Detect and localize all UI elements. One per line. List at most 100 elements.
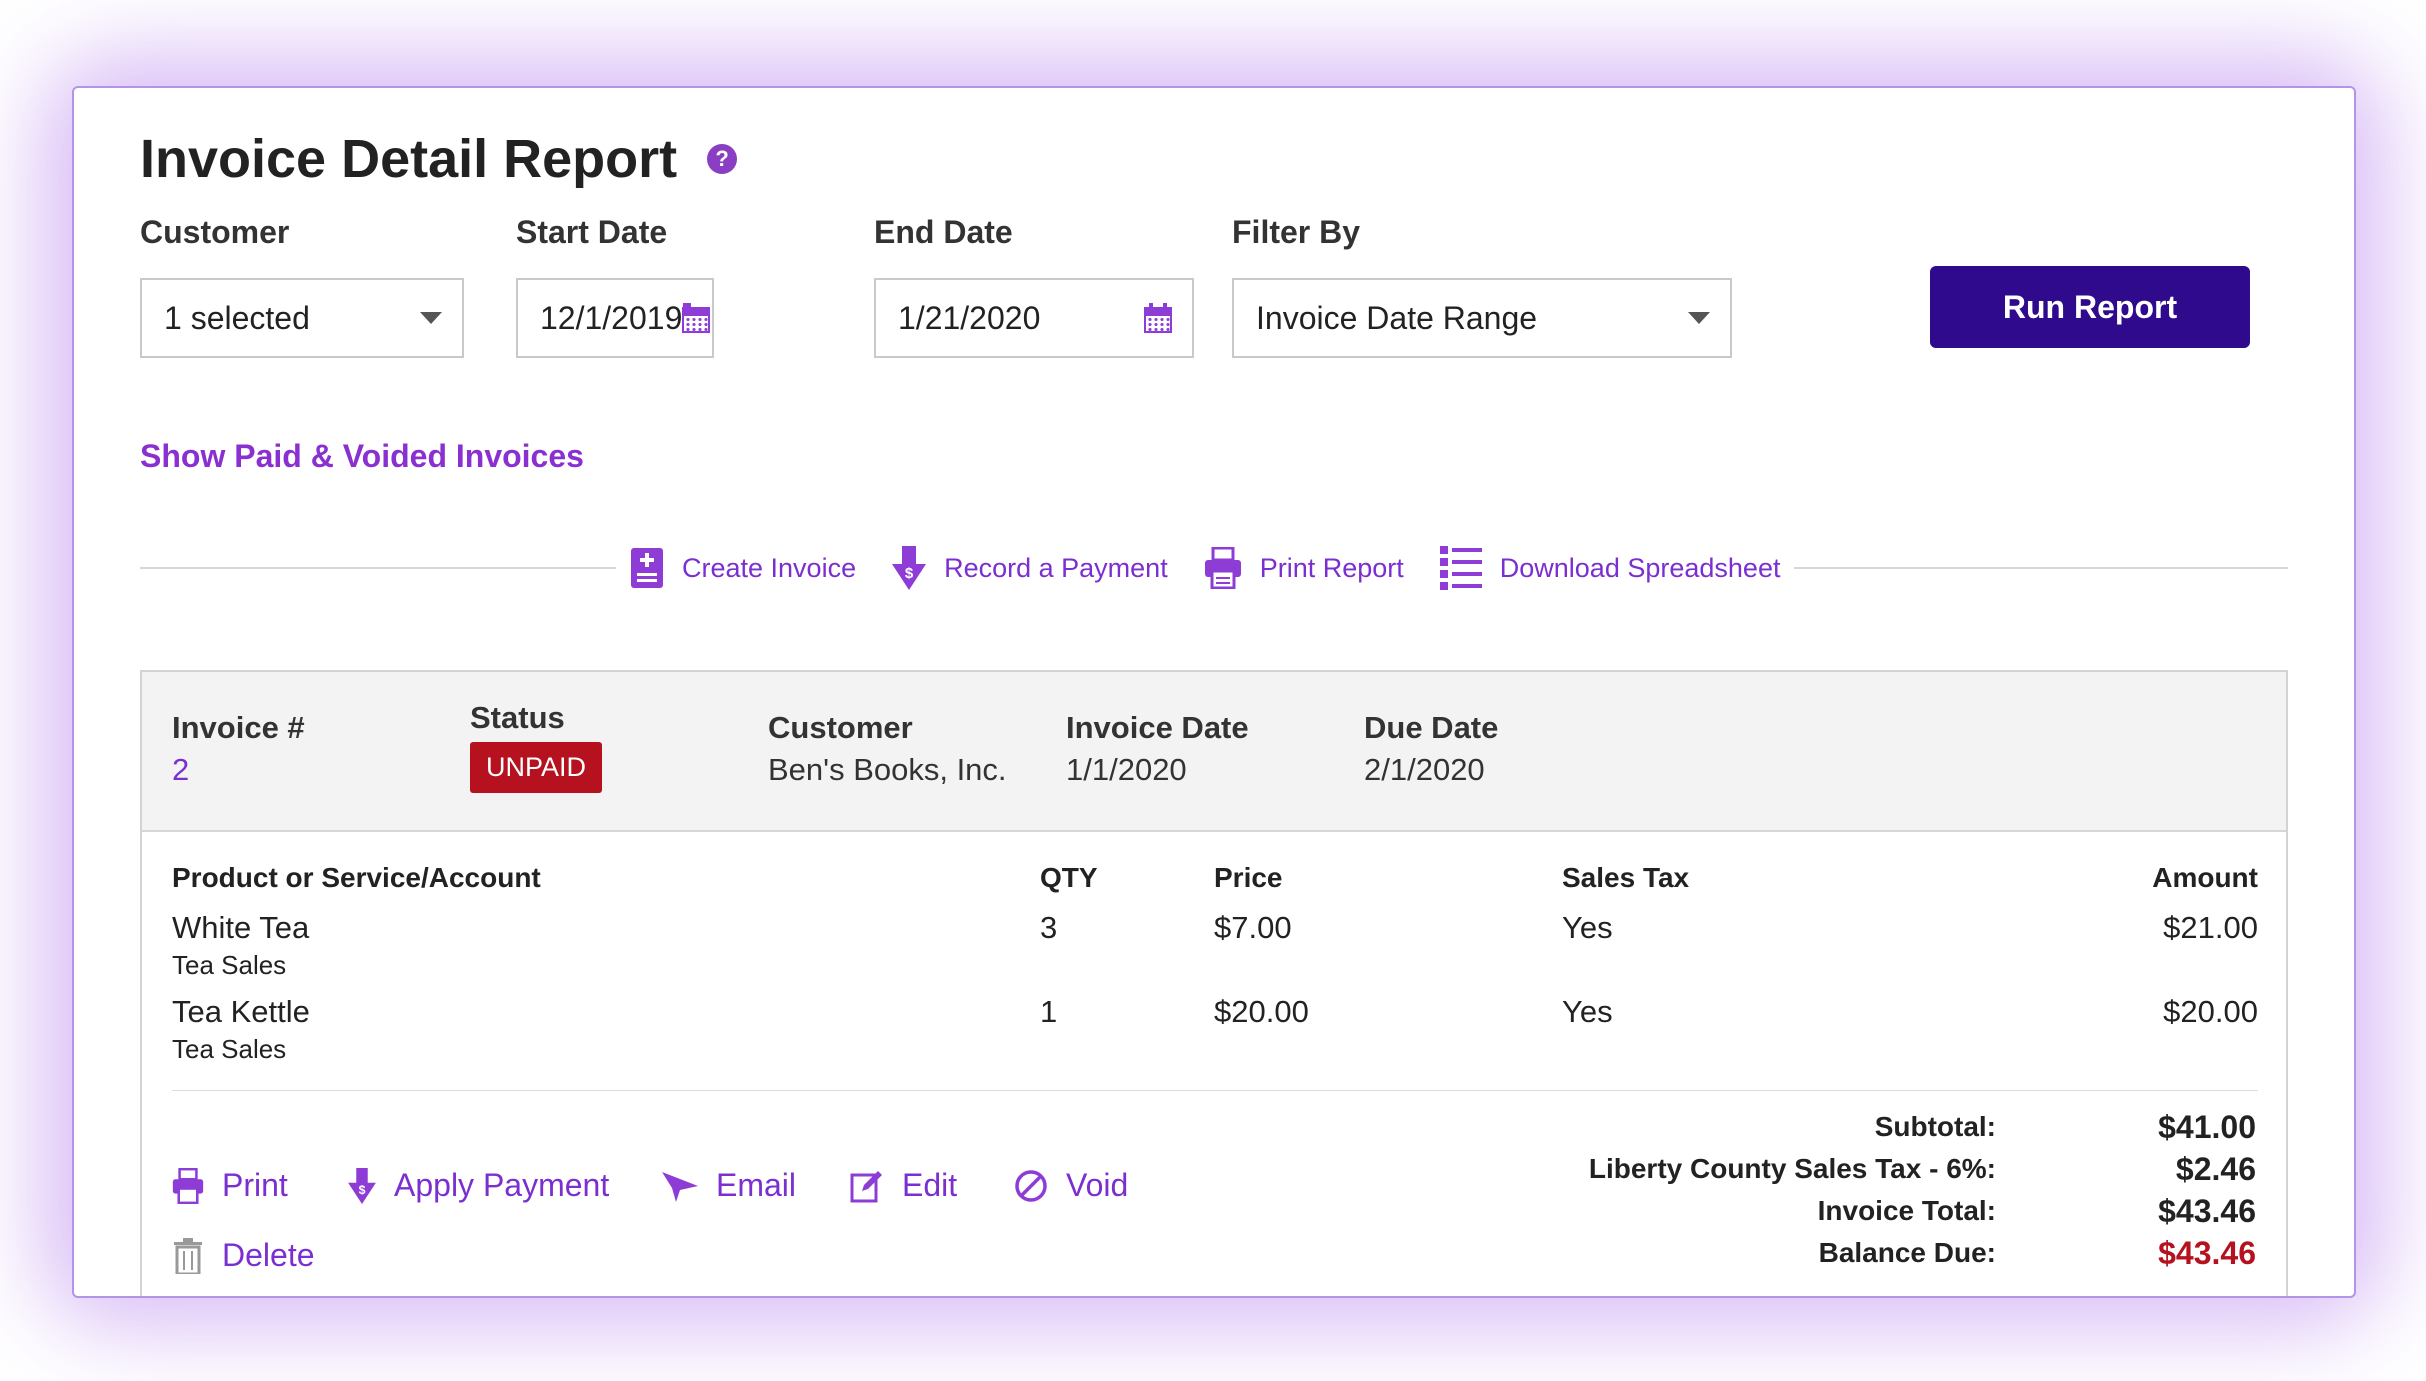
invoice-panel: Invoice # 2 Status UNPAID Customer Ben's… (140, 670, 2288, 1296)
create-invoice-icon (631, 548, 663, 588)
end-date-input[interactable]: 1/21/2020 (874, 278, 1194, 358)
line-tax: Yes (1562, 994, 1613, 1029)
end-date-label: End Date (874, 214, 1013, 250)
customer-label: Customer (140, 214, 290, 250)
status-badge: UNPAID (470, 742, 603, 793)
invoice-total-value: $43.46 (2158, 1192, 2256, 1229)
subtotal-value: $41.00 (2158, 1108, 2256, 1145)
help-icon[interactable]: ? (707, 144, 738, 174)
apply-payment-label: Apply Payment (394, 1167, 610, 1203)
line-amount: $21.00 (2163, 910, 2258, 945)
calendar-icon[interactable] (1144, 303, 1172, 333)
invoice-date-label: Invoice Date (1066, 710, 1249, 745)
balance-due-value: $43.46 (2158, 1234, 2256, 1271)
apply-payment-button[interactable]: $ Apply Payment (348, 1167, 609, 1204)
print-report-label: Print Report (1259, 552, 1404, 583)
line-account: Tea Sales (172, 950, 287, 980)
line-product: Tea Kettle (172, 994, 310, 1029)
end-date-value: 1/21/2020 (898, 299, 1041, 336)
print-button[interactable]: Print (172, 1167, 288, 1204)
edit-button[interactable]: Edit (850, 1167, 957, 1204)
start-date-input[interactable]: 12/1/2019 (516, 278, 714, 358)
invoice-totals: Subtotal: $41.00 Liberty County Sales Ta… (1589, 1106, 2256, 1274)
email-label: Email (716, 1167, 797, 1203)
chevron-down-icon (1688, 312, 1710, 324)
due-date-label: Due Date (1364, 710, 1499, 745)
customer-select[interactable]: 1 selected (140, 278, 464, 358)
line-amount: $20.00 (2163, 994, 2258, 1029)
invoice-date-col: Invoice Date 1/1/2020 (1066, 710, 1249, 788)
email-button[interactable]: Email (662, 1167, 796, 1204)
line-product: White Tea (172, 910, 310, 945)
void-button[interactable]: Void (1014, 1167, 1128, 1204)
action-items: Create Invoice $ Record a Payment Print … (616, 538, 1795, 598)
delete-label: Delete (222, 1237, 315, 1273)
svg-text:$: $ (359, 1183, 366, 1197)
record-payment-action[interactable]: $ Record a Payment (892, 546, 1168, 590)
status-col: Status UNPAID (470, 700, 603, 793)
invoice-number-col: Invoice # 2 (172, 710, 305, 788)
status-label: Status (470, 700, 565, 735)
line-price: $20.00 (1214, 994, 1309, 1029)
col-price: Price (1214, 862, 1283, 893)
invoice-number-label: Invoice # (172, 710, 305, 745)
tax-label: Liberty County Sales Tax - 6%: (1588, 1153, 1996, 1184)
record-payment-icon: $ (892, 546, 927, 590)
create-invoice-label: Create Invoice (682, 552, 857, 583)
run-report-button[interactable]: Run Report (1930, 266, 2250, 348)
start-date-label: Start Date (516, 214, 668, 250)
line-account: Tea Sales (172, 1034, 287, 1064)
tax-row: Liberty County Sales Tax - 6%: $2.46 (1589, 1148, 2256, 1190)
col-qty: QTY (1040, 862, 1098, 893)
customer-header-label: Customer (768, 710, 913, 745)
calendar-icon[interactable] (682, 303, 711, 333)
divider (172, 1090, 2258, 1091)
page-title: Invoice Detail Report (140, 129, 678, 189)
edit-icon (850, 1170, 882, 1202)
invoice-date-value: 1/1/2020 (1066, 752, 1187, 787)
create-invoice-action[interactable]: Create Invoice (630, 547, 856, 589)
start-date-value: 12/1/2019 (540, 299, 683, 336)
customer-col: Customer Ben's Books, Inc. (768, 710, 1007, 788)
download-spreadsheet-label: Download Spreadsheet (1499, 552, 1781, 583)
customer-name: Ben's Books, Inc. (768, 752, 1007, 787)
filter-by-select[interactable]: Invoice Date Range (1232, 278, 1732, 358)
void-label: Void (1066, 1167, 1129, 1203)
chevron-down-icon (420, 312, 442, 324)
report-card: Invoice Detail Report ? Customer 1 selec… (72, 86, 2356, 1298)
line-qty: 3 (1040, 910, 1058, 945)
balance-due-label: Balance Due: (1818, 1237, 1996, 1268)
subtotal-row: Subtotal: $41.00 (1589, 1106, 2256, 1148)
col-product: Product or Service/Account (172, 862, 541, 893)
col-sales-tax: Sales Tax (1562, 862, 1690, 893)
filter-by-value: Invoice Date Range (1256, 299, 1538, 336)
invoice-header: Invoice # 2 Status UNPAID Customer Ben's… (142, 672, 2286, 832)
subtotal-label: Subtotal: (1874, 1111, 1996, 1142)
printer-icon (172, 1167, 204, 1204)
printer-icon (1204, 547, 1241, 589)
invoice-number-link[interactable]: 2 (172, 752, 305, 788)
download-spreadsheet-action[interactable]: Download Spreadsheet (1439, 546, 1781, 590)
void-icon (1015, 1169, 1047, 1202)
print-label: Print (222, 1167, 288, 1203)
invoice-total-label: Invoice Total: (1817, 1195, 1996, 1226)
customer-value: 1 selected (164, 299, 310, 336)
line-price: $7.00 (1214, 910, 1292, 945)
balance-due-row: Balance Due: $43.46 (1589, 1232, 2256, 1274)
apply-payment-icon: $ (348, 1167, 376, 1204)
start-date-filter: Start Date 12/1/2019 (516, 212, 714, 358)
line-tax: Yes (1562, 910, 1613, 945)
show-paid-voided-link[interactable]: Show Paid & Voided Invoices (140, 438, 584, 475)
end-date-filter: End Date 1/21/2020 (874, 212, 1194, 358)
print-report-action[interactable]: Print Report (1204, 547, 1404, 589)
invoice-total-row: Invoice Total: $43.46 (1589, 1190, 2256, 1232)
send-icon (662, 1171, 698, 1202)
due-date-col: Due Date 2/1/2020 (1364, 710, 1498, 788)
filter-by-label: Filter By (1232, 214, 1361, 250)
due-date-value: 2/1/2020 (1364, 752, 1485, 787)
delete-button[interactable]: Delete (172, 1237, 315, 1274)
action-bar: Create Invoice $ Record a Payment Print … (140, 538, 2288, 598)
filter-by: Filter By Invoice Date Range (1232, 212, 1732, 358)
trash-icon (174, 1237, 202, 1274)
svg-text:$: $ (905, 565, 914, 582)
